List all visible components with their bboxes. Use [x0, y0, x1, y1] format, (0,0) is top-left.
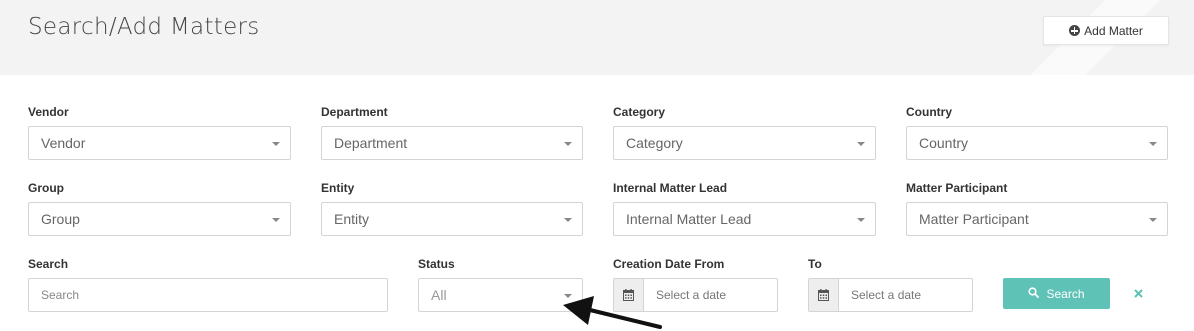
internal-matter-lead-value: Internal Matter Lead	[626, 211, 752, 227]
category-label: Category	[613, 105, 666, 119]
vendor-select[interactable]: Vendor	[28, 126, 291, 160]
country-select[interactable]: Country	[906, 126, 1168, 160]
status-select[interactable]: All	[418, 278, 583, 312]
group-value: Group	[41, 211, 80, 227]
internal-matter-lead-select[interactable]: Internal Matter Lead	[613, 202, 876, 236]
chevron-down-icon	[857, 218, 865, 222]
entity-label: Entity	[321, 181, 355, 195]
matter-participant-label: Matter Participant	[906, 181, 1008, 195]
internal-matter-lead-label: Internal Matter Lead	[613, 181, 728, 195]
chevron-down-icon	[564, 218, 572, 222]
entity-value: Entity	[334, 211, 370, 227]
search-button[interactable]: Search	[1003, 278, 1110, 309]
creation-date-to-label: To	[808, 257, 822, 271]
search-label: Search	[28, 257, 69, 271]
category-value: Category	[626, 135, 683, 151]
add-matter-label: Add Matter	[1084, 23, 1143, 38]
creation-date-from-field[interactable]	[613, 278, 778, 312]
creation-date-to-input[interactable]	[839, 279, 971, 311]
calendar-icon[interactable]	[614, 279, 644, 311]
matter-participant-select[interactable]: Matter Participant	[906, 202, 1168, 236]
country-label: Country	[906, 105, 952, 119]
department-select[interactable]: Department	[321, 126, 583, 160]
chevron-down-icon	[272, 218, 280, 222]
vendor-label: Vendor	[28, 105, 69, 119]
chevron-down-icon	[564, 142, 572, 146]
calendar-icon[interactable]	[809, 279, 839, 311]
matter-participant-value: Matter Participant	[919, 211, 1029, 227]
search-button-label: Search	[1046, 286, 1085, 301]
plus-circle-icon	[1069, 25, 1081, 36]
search-input[interactable]	[28, 278, 388, 312]
creation-date-from-input[interactable]	[644, 279, 776, 311]
page-header: Search/Add Matters Add Matter	[0, 0, 1194, 75]
category-select[interactable]: Category	[613, 126, 876, 160]
chevron-down-icon	[857, 142, 865, 146]
chevron-down-icon	[564, 294, 572, 298]
chevron-down-icon	[1149, 218, 1157, 222]
entity-select[interactable]: Entity	[321, 202, 583, 236]
status-label: Status	[418, 257, 455, 271]
group-label: Group	[28, 181, 64, 195]
country-value: Country	[919, 135, 969, 151]
department-value: Department	[334, 135, 408, 151]
group-select[interactable]: Group	[28, 202, 291, 236]
close-icon[interactable]	[1131, 286, 1145, 300]
status-value: All	[431, 287, 447, 303]
search-icon	[1028, 286, 1040, 301]
vendor-value: Vendor	[41, 135, 86, 151]
creation-date-from-label: Creation Date From	[613, 257, 725, 271]
add-matter-button[interactable]: Add Matter	[1043, 16, 1169, 45]
page-title: Search/Add Matters	[28, 14, 260, 40]
department-label: Department	[321, 105, 388, 119]
chevron-down-icon	[1149, 142, 1157, 146]
creation-date-to-field[interactable]	[808, 278, 973, 312]
chevron-down-icon	[272, 142, 280, 146]
